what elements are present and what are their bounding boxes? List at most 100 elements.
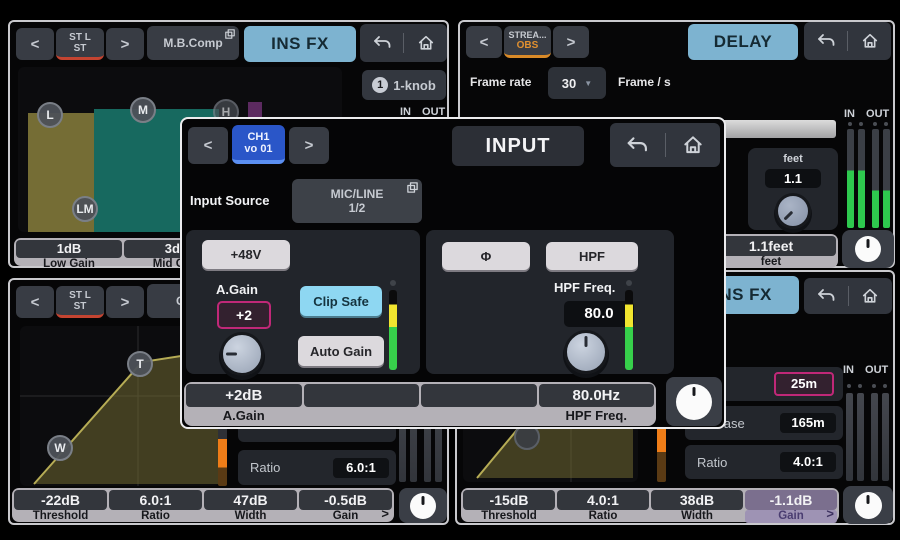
footer-cell-width[interactable]: 47dB Width xyxy=(204,490,297,520)
undo-button[interactable] xyxy=(360,24,403,62)
clip-safe-button[interactable]: Clip Safe xyxy=(300,286,382,316)
footer-cell-2[interactable] xyxy=(304,384,420,424)
input-source-line1: MIC/LINE xyxy=(331,188,384,201)
touch-knob-box[interactable] xyxy=(843,486,893,524)
next-channel-button[interactable]: > xyxy=(106,286,144,318)
out-meter xyxy=(872,129,879,228)
home-button[interactable] xyxy=(404,24,447,62)
out-meter xyxy=(882,393,889,481)
row-label: Ratio xyxy=(697,455,727,470)
footer-label: Width xyxy=(204,510,297,523)
undo-icon xyxy=(816,288,836,304)
touch-knob-box[interactable] xyxy=(842,230,894,268)
width-handle[interactable]: W xyxy=(47,435,73,461)
meter-dot xyxy=(858,384,862,388)
home-button[interactable] xyxy=(848,22,891,60)
touch-knob-box[interactable] xyxy=(666,377,722,426)
footer-cell-again[interactable]: +2dB A.Gain xyxy=(186,384,302,424)
touch-knob-box[interactable] xyxy=(399,488,447,523)
more-params-chevron[interactable]: > xyxy=(826,507,834,520)
param-value[interactable]: 1.1 xyxy=(765,169,821,188)
one-knob-button[interactable]: 1 1-knob xyxy=(362,70,446,100)
undo-button[interactable] xyxy=(804,22,847,60)
in-meter xyxy=(847,129,854,228)
again-value[interactable]: +2 xyxy=(217,301,271,329)
footer-cell-hpf-freq[interactable]: 80.0Hz HPF Freq. xyxy=(539,384,655,424)
in-meter xyxy=(846,393,853,481)
hpf-freq-value[interactable]: 80.0 xyxy=(564,301,634,327)
footer-label: Gain xyxy=(299,510,392,523)
hpf-button[interactable]: HPF xyxy=(546,242,638,270)
phantom-48v-button[interactable]: +48V xyxy=(202,240,290,269)
prev-channel-button[interactable]: < xyxy=(16,286,54,318)
footer-value: 1dB xyxy=(16,240,122,258)
home-button[interactable] xyxy=(849,278,893,314)
footer-cell-ratio[interactable]: 4.0:1 Ratio xyxy=(557,490,649,520)
home-button[interactable] xyxy=(666,123,721,167)
footer-cell-gain-selected[interactable]: -1.1dB Gain > xyxy=(745,490,837,520)
channel-select-button[interactable]: STREA... OBS xyxy=(504,26,551,58)
footer-cell-width[interactable]: 38dB Width xyxy=(651,490,743,520)
footer-cell-lowgain[interactable]: 1dB Low Gain xyxy=(16,240,122,264)
chevron-down-icon: ▼ xyxy=(584,79,592,88)
next-channel-button[interactable]: > xyxy=(553,26,589,58)
home-icon xyxy=(682,134,704,156)
phase-button[interactable]: Φ xyxy=(442,242,530,270)
frame-rate-unit: Frame / s xyxy=(618,75,671,89)
channel-name: ST L xyxy=(69,32,91,43)
param-unit-label: feet xyxy=(748,153,838,165)
threshold-handle[interactable]: T xyxy=(127,351,153,377)
input-level-meter xyxy=(389,290,397,370)
footer-cell-gain[interactable]: -0.5dB Gain > xyxy=(299,490,392,520)
hpf-freq-label: HPF Freq. xyxy=(554,280,615,295)
param-row-ratio[interactable]: Ratio 4.0:1 xyxy=(685,445,843,479)
footer-value: 47dB xyxy=(204,490,297,510)
footer-label xyxy=(421,407,537,424)
channel-select-button[interactable]: ST L ST xyxy=(56,286,104,318)
footer-value xyxy=(304,384,420,407)
footer-cell-ratio[interactable]: 6.0:1 Ratio xyxy=(109,490,202,520)
again-knob[interactable] xyxy=(220,332,264,376)
delay-knob[interactable] xyxy=(775,193,811,229)
footer-cell-3[interactable] xyxy=(421,384,537,424)
page-title-delay: DELAY xyxy=(688,24,798,60)
footer-label: HPF Freq. xyxy=(539,407,655,424)
meter-dot xyxy=(884,122,888,126)
channel-select-button[interactable]: CH1 vo 01 xyxy=(232,125,285,164)
next-channel-button[interactable]: > xyxy=(289,127,329,164)
param-row-ratio[interactable]: Ratio 6.0:1 xyxy=(238,450,396,485)
undo-button[interactable] xyxy=(804,278,848,314)
footer-cell-threshold[interactable]: -15dB Threshold xyxy=(463,490,555,520)
footer-cell-threshold[interactable]: -22dB Threshold xyxy=(14,490,107,520)
mixer-screen: < ST L ST > M.B.Comp INS FX 1 1-knob GR xyxy=(0,0,900,540)
home-icon xyxy=(417,34,435,52)
footer-label: A.Gain xyxy=(186,407,302,424)
input-source-line2: 1/2 xyxy=(349,202,366,215)
prev-channel-button[interactable]: < xyxy=(16,28,54,60)
channel-name-2: ST xyxy=(74,301,87,312)
prev-channel-button[interactable]: < xyxy=(466,26,502,58)
meter-dot xyxy=(859,122,863,126)
frame-rate-dropdown[interactable]: 30 ▼ xyxy=(548,67,606,99)
knob-icon xyxy=(855,236,881,262)
prev-channel-button[interactable]: < xyxy=(188,127,228,164)
channel-select-button[interactable]: ST L ST xyxy=(56,28,104,60)
param-footer: -15dB Threshold 4.0:1 Ratio 38dB Width -… xyxy=(461,488,839,522)
out-meter xyxy=(871,393,878,481)
auto-gain-button[interactable]: Auto Gain xyxy=(298,336,384,366)
copy-icon xyxy=(407,182,418,193)
undo-icon xyxy=(625,136,649,155)
band-handle-lowmid[interactable]: LM xyxy=(72,196,98,222)
footer-value: 80.0Hz xyxy=(539,384,655,407)
hpf-freq-knob[interactable] xyxy=(564,330,608,374)
band-handle-mid[interactable]: M xyxy=(130,97,156,123)
fx-preset-button[interactable]: M.B.Comp xyxy=(147,26,239,60)
page-title-insfx: INS FX xyxy=(244,26,356,62)
meter-dot xyxy=(626,280,632,286)
more-params-chevron[interactable]: > xyxy=(381,507,389,520)
knob-icon xyxy=(855,492,882,519)
undo-button[interactable] xyxy=(610,123,665,167)
band-handle-low[interactable]: L xyxy=(37,102,63,128)
next-channel-button[interactable]: > xyxy=(106,28,144,60)
input-source-button[interactable]: MIC/LINE 1/2 xyxy=(292,179,422,223)
